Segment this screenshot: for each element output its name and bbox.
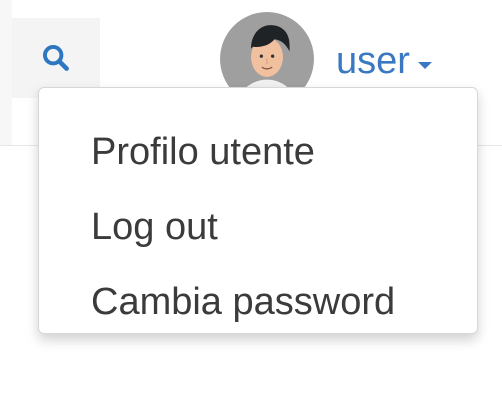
menu-item-label: Log out [91, 205, 218, 248]
chevron-down-icon [417, 61, 432, 69]
user-label: user [336, 40, 410, 82]
menu-item-label: Cambia password [91, 280, 396, 323]
menu-item-label: Profilo utente [91, 130, 315, 173]
user-dropdown-menu: Profilo utente Log out Cambia password [38, 87, 478, 334]
navbar-left-edge [0, 0, 12, 145]
search-button[interactable] [12, 18, 100, 98]
menu-item-logout[interactable]: Log out [39, 189, 477, 264]
page: user Profilo utente Log out Cambia passw… [0, 0, 502, 405]
page-background [0, 385, 502, 405]
menu-item-change-password[interactable]: Cambia password [39, 264, 477, 339]
search-icon [39, 41, 73, 75]
user-menu-label-group: user [336, 42, 432, 80]
menu-item-profile[interactable]: Profilo utente [39, 114, 477, 189]
